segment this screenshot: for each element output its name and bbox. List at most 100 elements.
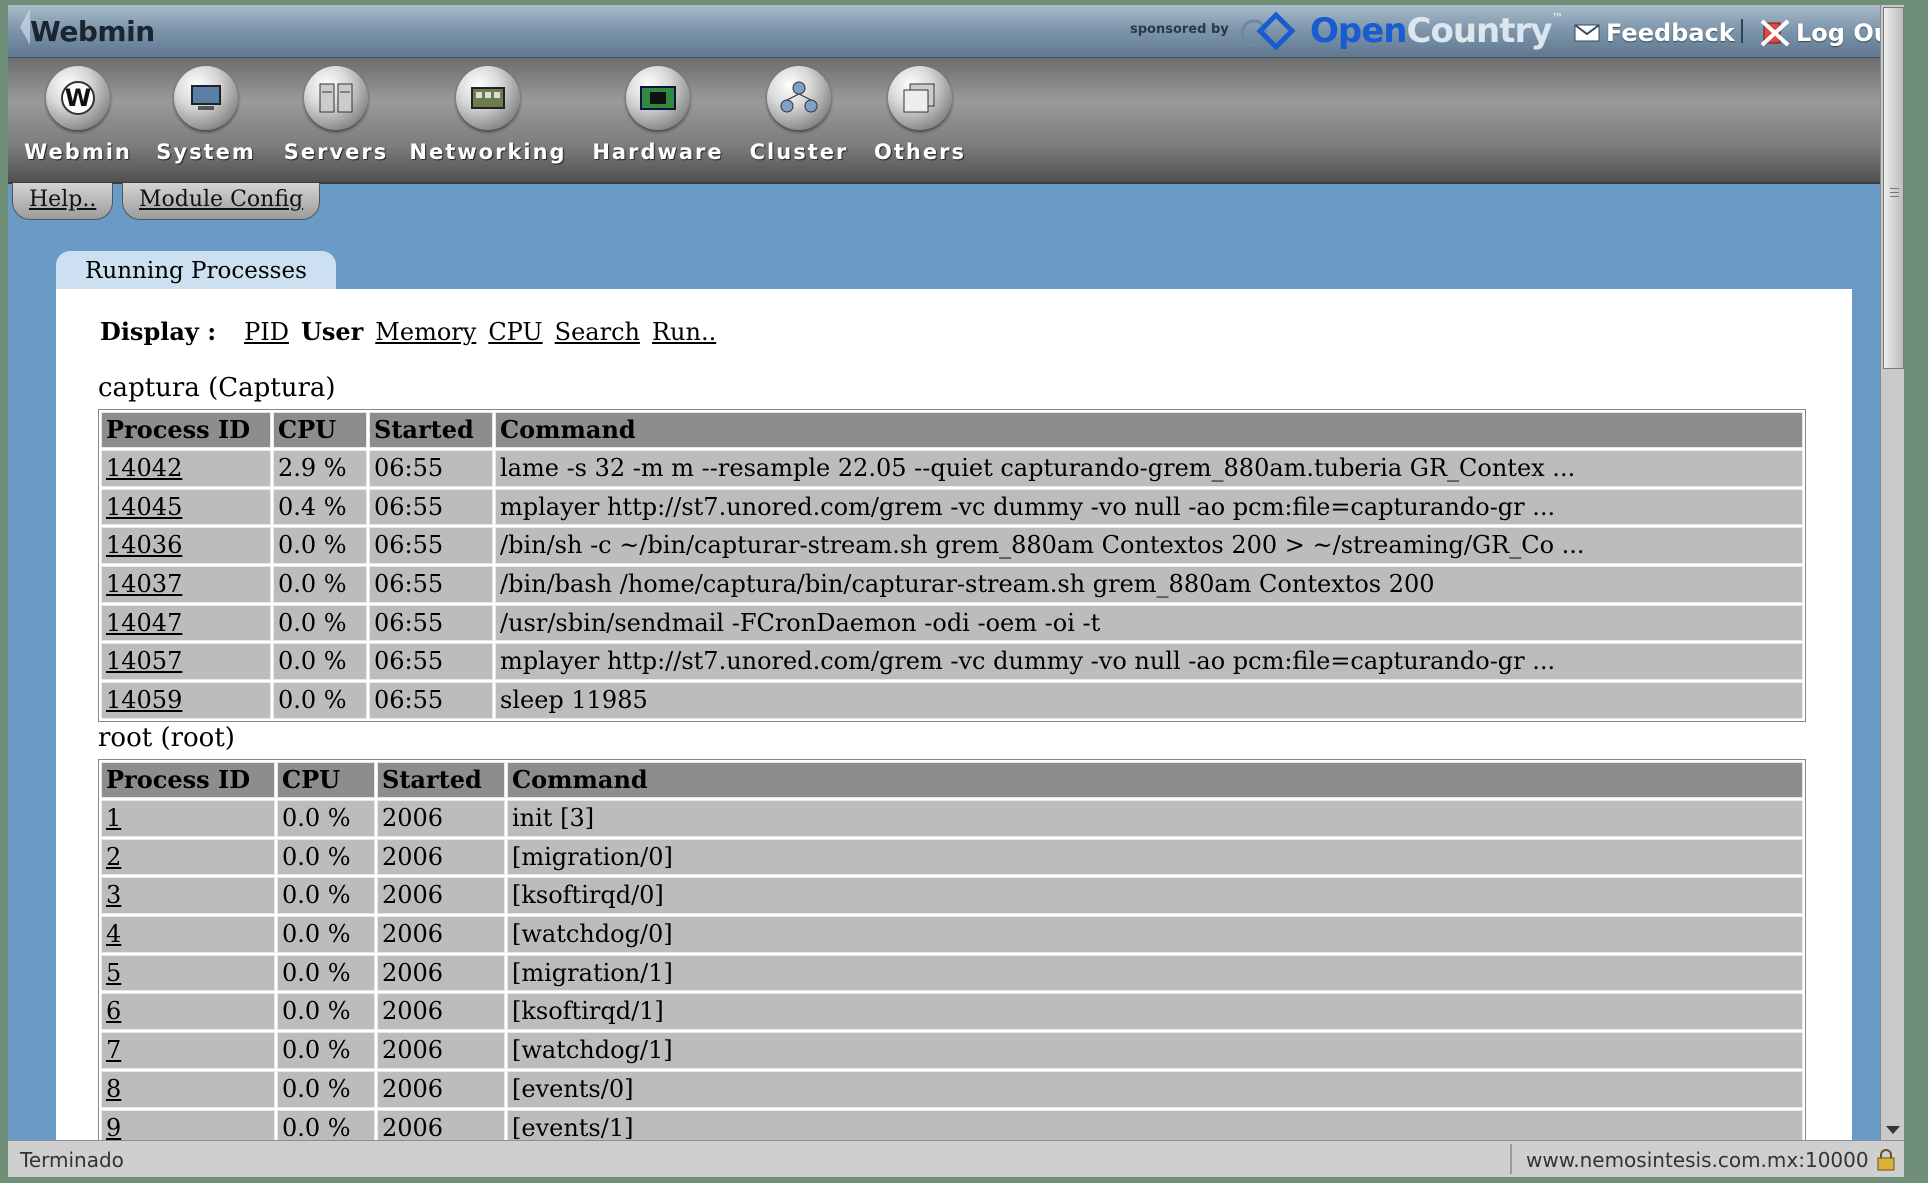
module-config-link[interactable]: Module Config [122,183,321,220]
process-table-captura: Process ID CPU Started Command 14042 2.9 … [98,409,1806,722]
column-header-cpu: CPU [277,762,375,798]
category-cluster[interactable]: Cluster [746,66,852,164]
process-id-cell: 5 [101,954,275,992]
cluster-icon [767,66,831,130]
status-bar: Terminado www.nemosintesis.com.mx:10000 [8,1140,1904,1177]
process-id-link[interactable]: 14047 [106,609,182,637]
category-networking[interactable]: Networking [406,66,570,164]
display-pid-link[interactable]: PID [244,318,289,346]
cpu-cell: 0.0 % [273,682,367,719]
command-cell: init [3] [507,800,1803,837]
display-cpu-link[interactable]: CPU [488,318,542,346]
started-cell: 2006 [377,1032,505,1069]
cpu-cell: 0.0 % [273,566,367,603]
scroll-down-arrow-icon[interactable] [1886,1126,1900,1134]
table-row: 3 0.0 % 2006 [ksoftirqd/0] [100,876,1804,915]
process-id-link[interactable]: 4 [106,920,121,948]
category-label: Networking [409,140,567,164]
lock-icon [1877,1149,1895,1171]
cpu-cell: 0.0 % [277,1070,375,1108]
process-id-cell: 7 [101,1032,275,1069]
process-id-link[interactable]: 14057 [106,647,182,675]
category-hardware[interactable]: Hardware [586,66,730,164]
process-id-link[interactable]: 14045 [106,493,182,521]
process-id-link[interactable]: 14042 [106,454,182,482]
cpu-cell: 2.9 % [273,450,367,487]
status-text: Terminado [20,1148,124,1172]
started-cell: 2006 [377,993,505,1031]
command-cell: [ksoftirqd/0] [507,877,1803,915]
table-row: 14036 0.0 % 06:55/bin/sh -c ~/bin/capturar… [100,526,1804,565]
help-label: Help.. [29,187,97,212]
group-title: root (root) [98,723,235,753]
process-id-link[interactable]: 6 [106,997,121,1025]
process-id-link[interactable]: 7 [106,1036,121,1064]
status-divider [1510,1144,1512,1174]
feedback-label: Feedback [1606,19,1735,47]
process-id-cell: 14037 [101,566,271,603]
scrollbar-thumb[interactable] [1883,7,1904,369]
process-id-link[interactable]: 14059 [106,686,182,714]
column-header-cpu: CPU [273,412,367,448]
feedback-link[interactable]: Feedback [1574,19,1735,47]
process-id-link[interactable]: 2 [106,843,121,871]
display-user-current: User [300,317,364,346]
column-header-command: Command [495,412,1803,448]
column-header-command: Command [507,762,1803,798]
cpu-cell: 0.0 % [277,800,375,837]
cpu-cell: 0.4 % [273,488,367,526]
process-id-link[interactable]: 3 [106,881,121,909]
others-icon [888,66,952,130]
command-cell: [watchdog/1] [507,1032,1803,1069]
system-icon [174,66,238,130]
process-id-cell: 14059 [101,682,271,719]
sponsor-name-lead: Open [1310,11,1408,51]
servers-icon [304,66,368,130]
started-cell: 2006 [377,916,505,953]
vertical-scrollbar[interactable] [1880,5,1904,1140]
cpu-cell: 0.0 % [273,604,367,642]
category-label: Servers [283,140,389,164]
display-search-link[interactable]: Search [555,318,640,346]
started-cell: 06:55 [369,566,493,603]
table-row: 14047 0.0 % 06:55/usr/sbin/sendmail -FCron… [100,604,1804,643]
cpu-cell: 0.0 % [277,877,375,915]
process-id-link[interactable]: 14037 [106,570,182,598]
header-divider [1741,19,1743,43]
display-memory-link[interactable]: Memory [375,318,476,346]
webmin-icon: W [46,66,110,130]
svg-text:W: W [65,84,91,112]
column-header-started: Started [377,762,505,798]
category-others[interactable]: Others [868,66,972,164]
table-row: 5 0.0 % 2006 [migration/1] [100,954,1804,993]
display-run-link[interactable]: Run.. [652,318,716,346]
process-id-link[interactable]: 1 [106,804,121,832]
process-id-link[interactable]: 8 [106,1075,121,1103]
cpu-cell: 0.0 % [277,954,375,992]
process-id-link[interactable]: 5 [106,959,121,987]
category-label: Webmin [24,140,132,164]
started-cell: 2006 [377,954,505,992]
table-row: 14059 0.0 % 06:55 sleep 11985 [100,681,1804,720]
logout-icon [1760,19,1790,47]
table-row: 14045 0.4 % 06:55 mplayer http://st7.unored… [100,488,1804,527]
help-link[interactable]: Help.. [12,183,114,220]
process-id-cell: 8 [101,1070,275,1108]
command-cell: /bin/sh -c ~/bin/capturar-stream.sh grem… [495,527,1803,565]
category-servers[interactable]: Servers [280,66,392,164]
category-webmin[interactable]: W Webmin [22,66,134,164]
webmin-header: Webmin sponsored by OpenCountry™ Feedbac… [8,5,1904,58]
started-cell: 06:55 [369,527,493,565]
started-cell: 2006 [377,877,505,915]
cpu-cell: 0.0 % [277,993,375,1031]
category-system[interactable]: System [154,66,258,164]
command-cell: [migration/1] [507,954,1803,992]
category-label: Others [874,140,966,164]
process-id-link[interactable]: 14036 [106,531,182,559]
command-cell: /usr/sbin/sendmail -FCronDaemon -odi -oe… [495,604,1803,642]
started-cell: 06:55 [369,682,493,719]
command-cell: /bin/bash /home/captura/bin/capturar-str… [495,566,1803,603]
process-id-link[interactable]: 9 [106,1114,121,1142]
sponsor-name[interactable]: OpenCountry™ [1310,11,1563,51]
category-label: System [156,140,256,164]
